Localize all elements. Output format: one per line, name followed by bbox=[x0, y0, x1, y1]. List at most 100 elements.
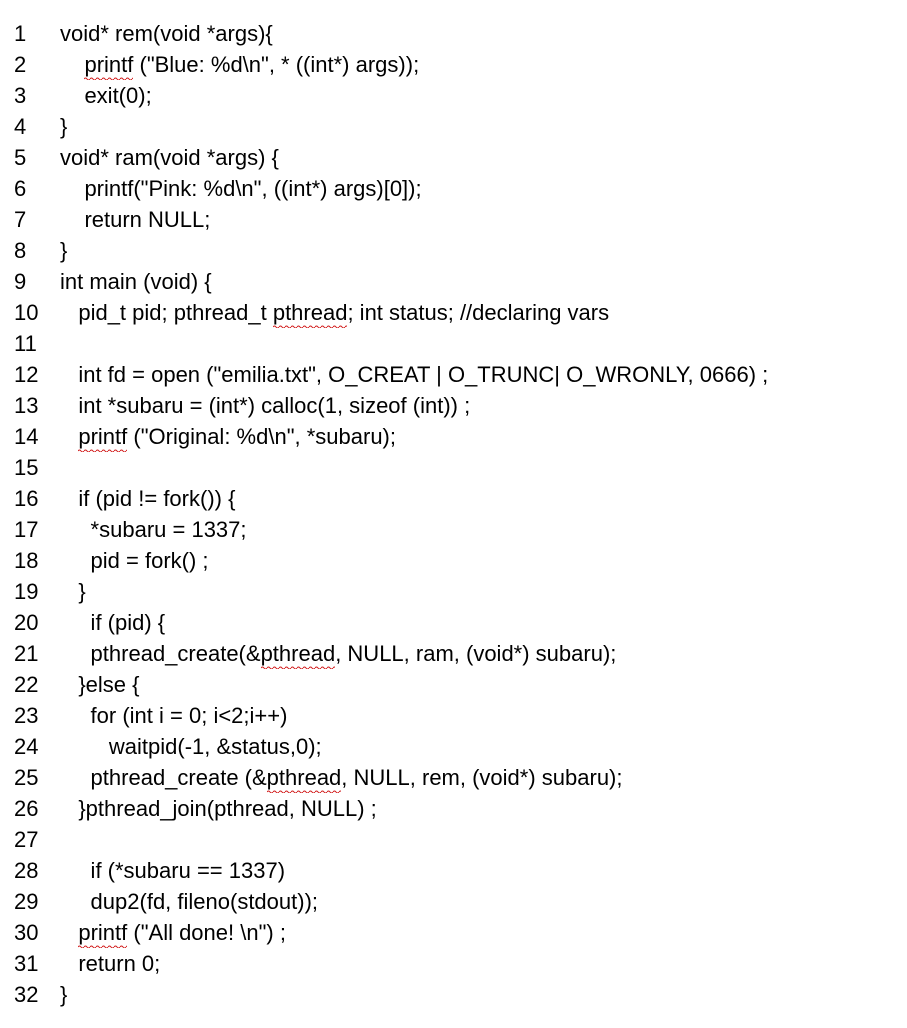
code-text: void* rem(void *args){ bbox=[60, 18, 897, 49]
line-number: 22 bbox=[10, 669, 60, 700]
code-segment bbox=[60, 920, 78, 945]
code-segment: int main (void) { bbox=[60, 269, 212, 294]
code-segment: void* rem(void *args){ bbox=[60, 21, 273, 46]
code-line: 16 if (pid != fork()) { bbox=[10, 483, 897, 514]
line-number: 30 bbox=[10, 917, 60, 948]
code-line: 19 } bbox=[10, 576, 897, 607]
code-line: 1void* rem(void *args){ bbox=[10, 18, 897, 49]
line-number: 6 bbox=[10, 173, 60, 204]
code-listing: 1void* rem(void *args){2 printf ("Blue: … bbox=[0, 0, 907, 1028]
code-text: pthread_create(&pthread, NULL, ram, (voi… bbox=[60, 638, 897, 669]
code-segment: void* ram(void *args) { bbox=[60, 145, 279, 170]
code-segment: ; int status; //declaring vars bbox=[347, 300, 609, 325]
code-line: 14 printf ("Original: %d\n", *subaru); bbox=[10, 421, 897, 452]
line-number: 19 bbox=[10, 576, 60, 607]
code-text: int main (void) { bbox=[60, 266, 897, 297]
spellcheck-underline: pthread bbox=[261, 638, 336, 669]
code-text: printf ("All done! \n") ; bbox=[60, 917, 897, 948]
code-line: 18 pid = fork() ; bbox=[10, 545, 897, 576]
code-line: 5void* ram(void *args) { bbox=[10, 142, 897, 173]
code-segment: if (pid != fork()) { bbox=[60, 486, 235, 511]
code-segment: *subaru = 1337; bbox=[60, 517, 247, 542]
code-segment: waitpid(-1, &status,0); bbox=[60, 734, 322, 759]
line-number: 2 bbox=[10, 49, 60, 80]
code-text: pthread_create (&pthread, NULL, rem, (vo… bbox=[60, 762, 897, 793]
code-segment: printf("Pink: %d\n", ((int*) args)[0]); bbox=[60, 176, 422, 201]
code-text: } bbox=[60, 576, 897, 607]
line-number: 28 bbox=[10, 855, 60, 886]
line-number: 7 bbox=[10, 204, 60, 235]
code-line: 13 int *subaru = (int*) calloc(1, sizeof… bbox=[10, 390, 897, 421]
code-segment: exit(0); bbox=[60, 83, 152, 108]
code-segment: } bbox=[60, 579, 86, 604]
line-number: 24 bbox=[10, 731, 60, 762]
code-segment bbox=[60, 52, 84, 77]
code-line: 20 if (pid) { bbox=[10, 607, 897, 638]
code-line: 10 pid_t pid; pthread_t pthread; int sta… bbox=[10, 297, 897, 328]
code-segment: , NULL, ram, (void*) subaru); bbox=[335, 641, 616, 666]
code-segment: int *subaru = (int*) calloc(1, sizeof (i… bbox=[60, 393, 470, 418]
code-line: 23 for (int i = 0; i<2;i++) bbox=[10, 700, 897, 731]
line-number: 29 bbox=[10, 886, 60, 917]
code-segment: pid = fork() ; bbox=[60, 548, 209, 573]
code-segment: }pthread_join(pthread, NULL) ; bbox=[60, 796, 377, 821]
line-number: 9 bbox=[10, 266, 60, 297]
code-text: void* ram(void *args) { bbox=[60, 142, 897, 173]
code-segment: ("All done! \n") ; bbox=[127, 920, 286, 945]
code-text: *subaru = 1337; bbox=[60, 514, 897, 545]
code-line: 2 printf ("Blue: %d\n", * ((int*) args))… bbox=[10, 49, 897, 80]
code-text: }pthread_join(pthread, NULL) ; bbox=[60, 793, 897, 824]
code-segment: if (pid) { bbox=[60, 610, 165, 635]
code-text: dup2(fd, fileno(stdout)); bbox=[60, 886, 897, 917]
spellcheck-underline: printf bbox=[84, 49, 133, 80]
code-segment: , NULL, rem, (void*) subaru); bbox=[341, 765, 622, 790]
code-line: 25 pthread_create (&pthread, NULL, rem, … bbox=[10, 762, 897, 793]
code-text: pid_t pid; pthread_t pthread; int status… bbox=[60, 297, 897, 328]
code-line: 21 pthread_create(&pthread, NULL, ram, (… bbox=[10, 638, 897, 669]
line-number: 13 bbox=[10, 390, 60, 421]
code-text: } bbox=[60, 979, 897, 1010]
code-line: 11 bbox=[10, 328, 897, 359]
code-text: pid = fork() ; bbox=[60, 545, 897, 576]
code-line: 30 printf ("All done! \n") ; bbox=[10, 917, 897, 948]
code-segment: dup2(fd, fileno(stdout)); bbox=[60, 889, 318, 914]
code-line: 9int main (void) { bbox=[10, 266, 897, 297]
code-text: } bbox=[60, 111, 897, 142]
line-number: 20 bbox=[10, 607, 60, 638]
line-number: 3 bbox=[10, 80, 60, 111]
code-text: return NULL; bbox=[60, 204, 897, 235]
line-number: 18 bbox=[10, 545, 60, 576]
code-line: 7 return NULL; bbox=[10, 204, 897, 235]
line-number: 27 bbox=[10, 824, 60, 855]
code-segment: return 0; bbox=[60, 951, 160, 976]
code-text: return 0; bbox=[60, 948, 897, 979]
code-line: 22 }else { bbox=[10, 669, 897, 700]
code-segment: pthread_create(& bbox=[60, 641, 261, 666]
code-line: 32} bbox=[10, 979, 897, 1010]
code-text: printf ("Original: %d\n", *subaru); bbox=[60, 421, 897, 452]
code-segment: return NULL; bbox=[60, 207, 210, 232]
line-number: 14 bbox=[10, 421, 60, 452]
code-text: } bbox=[60, 235, 897, 266]
code-line: 28 if (*subaru == 1337) bbox=[10, 855, 897, 886]
code-line: 17 *subaru = 1337; bbox=[10, 514, 897, 545]
line-number: 32 bbox=[10, 979, 60, 1010]
code-segment: ("Original: %d\n", *subaru); bbox=[127, 424, 396, 449]
spellcheck-underline: printf bbox=[78, 917, 127, 948]
spellcheck-underline: pthread bbox=[273, 297, 348, 328]
code-line: 27 bbox=[10, 824, 897, 855]
code-line: 15 bbox=[10, 452, 897, 483]
line-number: 4 bbox=[10, 111, 60, 142]
line-number: 11 bbox=[10, 328, 60, 359]
code-text: int *subaru = (int*) calloc(1, sizeof (i… bbox=[60, 390, 897, 421]
code-line: 24 waitpid(-1, &status,0); bbox=[10, 731, 897, 762]
line-number: 10 bbox=[10, 297, 60, 328]
code-line: 3 exit(0); bbox=[10, 80, 897, 111]
line-number: 17 bbox=[10, 514, 60, 545]
code-line: 31 return 0; bbox=[10, 948, 897, 979]
code-segment: pid_t pid; pthread_t bbox=[60, 300, 273, 325]
code-text: for (int i = 0; i<2;i++) bbox=[60, 700, 897, 731]
line-number: 25 bbox=[10, 762, 60, 793]
code-text: if (*subaru == 1337) bbox=[60, 855, 897, 886]
spellcheck-underline: printf bbox=[78, 421, 127, 452]
